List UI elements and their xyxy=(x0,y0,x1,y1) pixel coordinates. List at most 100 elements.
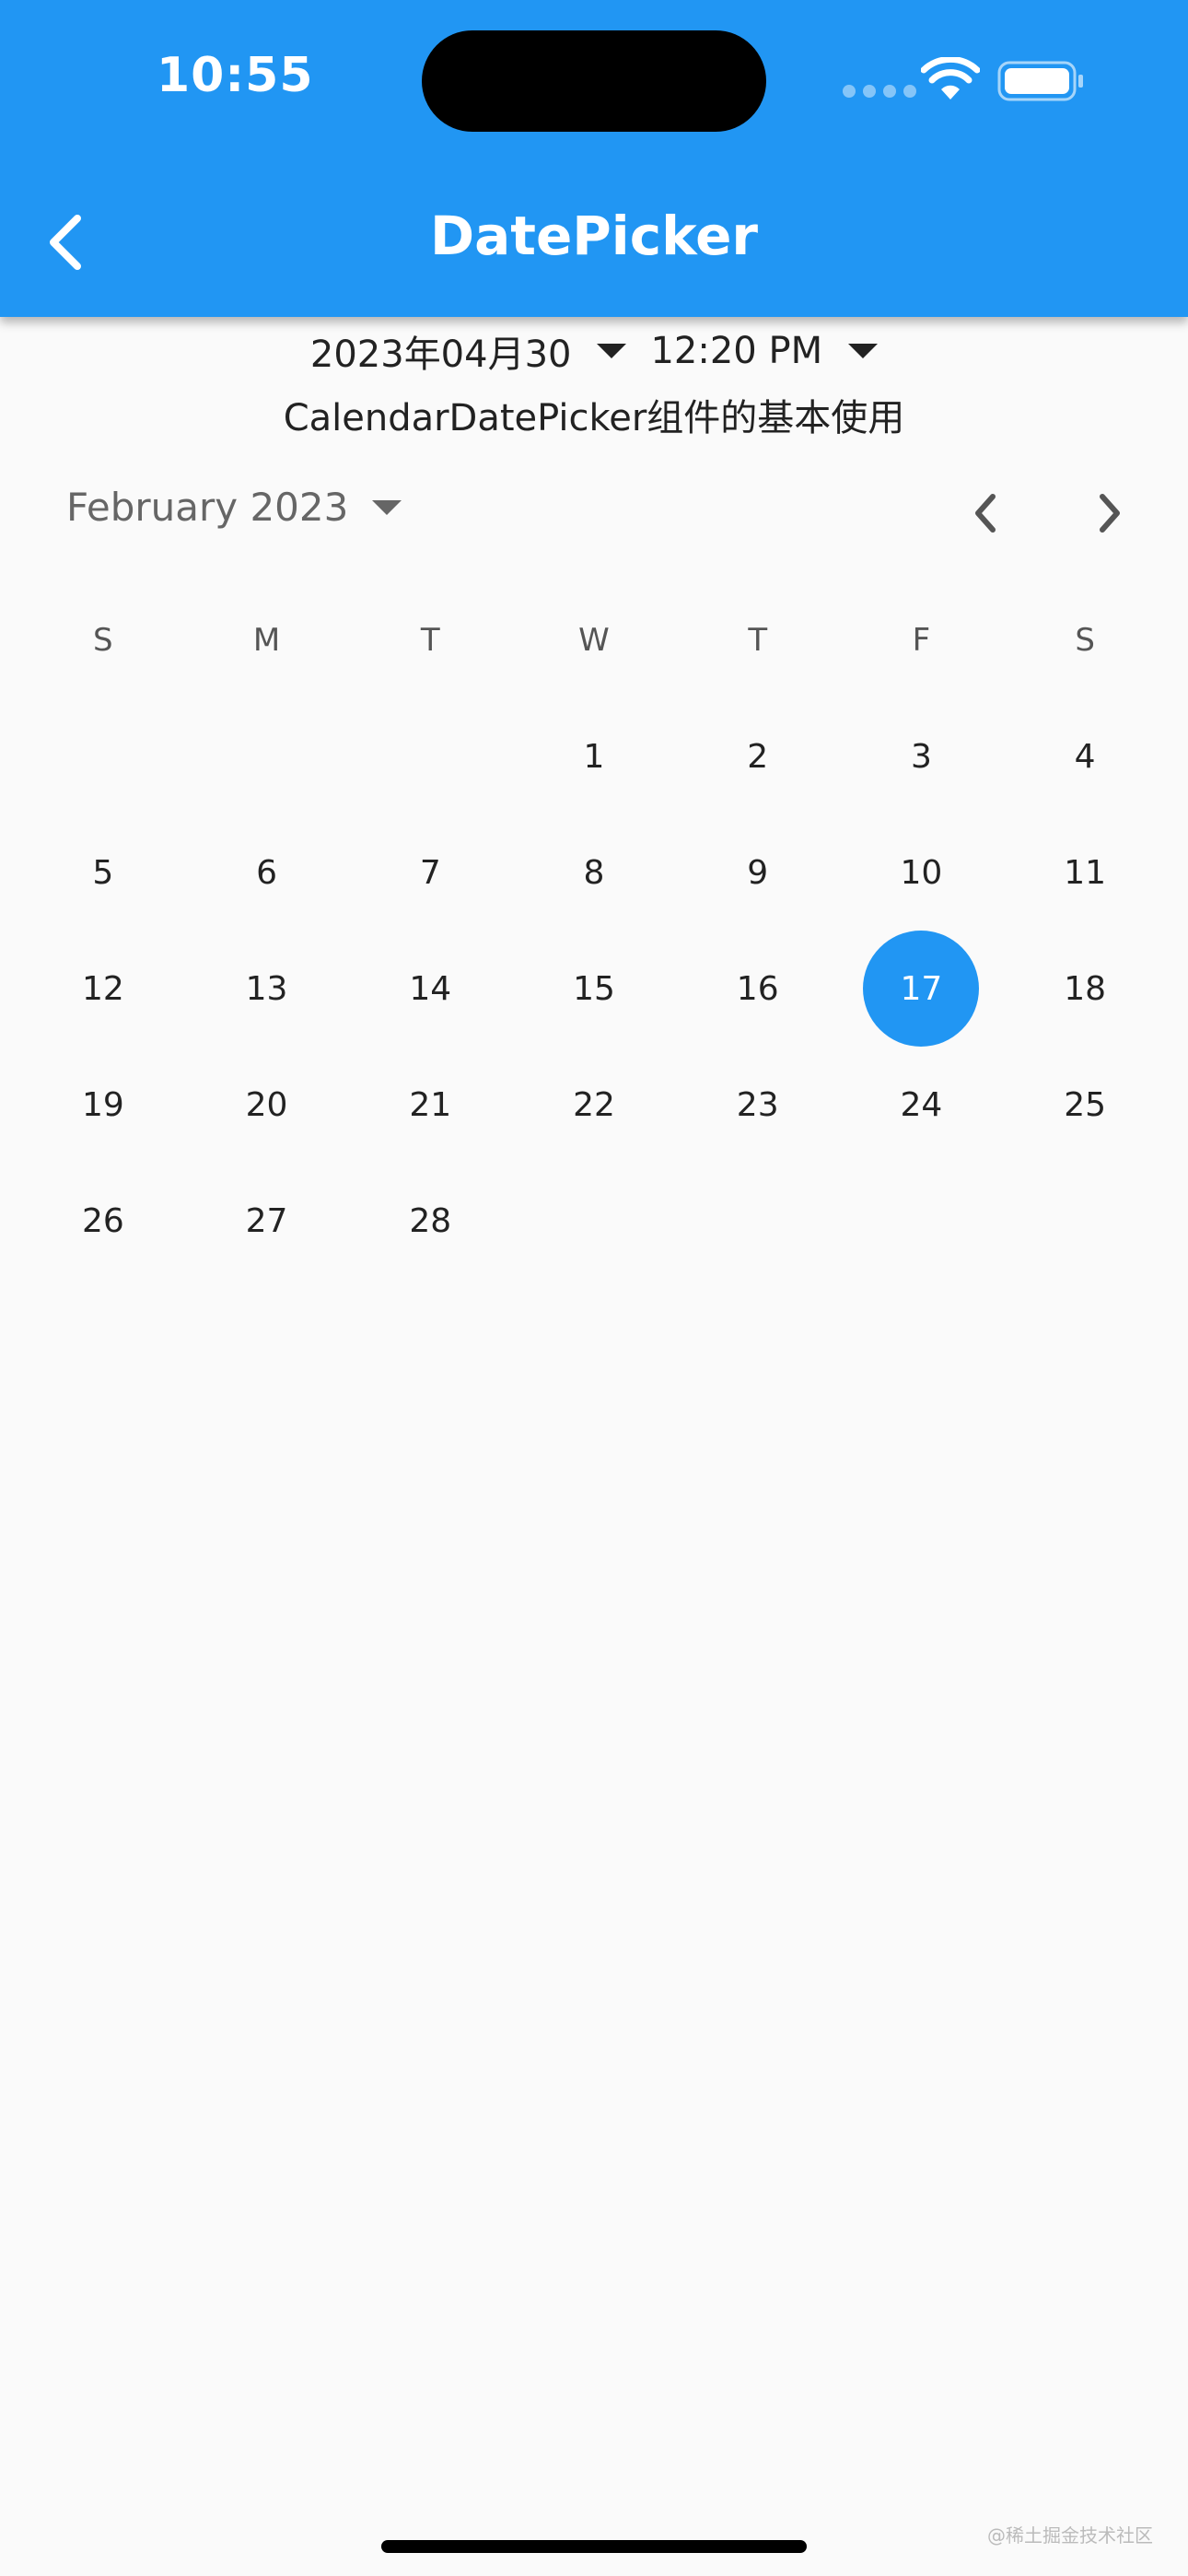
day-cell[interactable]: 27 xyxy=(185,1163,349,1279)
battery-icon xyxy=(997,61,1086,105)
day-cell[interactable]: 12 xyxy=(21,931,185,1047)
calendar-week-row: 26 27 28 xyxy=(21,1163,1167,1279)
day-number: 24 xyxy=(900,1085,943,1124)
day-number: 2 xyxy=(747,737,769,776)
day-cell[interactable]: 6 xyxy=(185,814,349,931)
day-cell[interactable]: 2 xyxy=(676,698,840,814)
date-time-selection: 2023年04月30 12:20 PM xyxy=(0,324,1188,378)
day-number: 4 xyxy=(1074,737,1096,776)
day-number: 28 xyxy=(409,1201,452,1240)
day-number: 20 xyxy=(245,1085,288,1124)
day-cell[interactable]: 23 xyxy=(676,1047,840,1163)
next-month-button[interactable] xyxy=(1082,481,1137,545)
day-cell[interactable]: 14 xyxy=(348,931,512,1047)
day-cell[interactable]: 26 xyxy=(21,1163,185,1279)
day-number: 21 xyxy=(409,1085,452,1124)
cellular-signal-icon xyxy=(843,85,916,98)
selected-time: 12:20 PM xyxy=(650,330,823,372)
day-cell[interactable]: 5 xyxy=(21,814,185,931)
day-number: 10 xyxy=(900,853,943,892)
day-cell[interactable]: 18 xyxy=(1003,931,1167,1047)
caret-down-icon xyxy=(372,499,402,515)
weekday-label: F xyxy=(912,622,931,659)
caret-down-icon xyxy=(848,344,879,358)
calendar-week-row: 5 6 7 8 9 10 11 xyxy=(21,814,1167,931)
weekday-label: M xyxy=(252,622,281,659)
month-label: February 2023 xyxy=(66,485,349,530)
day-number: 19 xyxy=(81,1085,124,1124)
day-number: 9 xyxy=(747,853,769,892)
empty-day-cell xyxy=(1003,1163,1167,1279)
day-number: 18 xyxy=(1064,969,1107,1008)
day-cell[interactable]: 3 xyxy=(840,698,1004,814)
day-cell[interactable]: 9 xyxy=(676,814,840,931)
day-cell[interactable]: 19 xyxy=(21,1047,185,1163)
month-year-selector[interactable]: February 2023 xyxy=(66,485,402,530)
day-number: 7 xyxy=(419,853,441,892)
empty-day-cell xyxy=(512,1163,676,1279)
day-number: 8 xyxy=(583,853,605,892)
day-cell[interactable]: 11 xyxy=(1003,814,1167,931)
day-cell[interactable]: 7 xyxy=(348,814,512,931)
weekday-label: S xyxy=(93,622,113,659)
day-number: 14 xyxy=(409,969,452,1008)
home-indicator[interactable] xyxy=(381,2540,807,2553)
day-number: 16 xyxy=(736,969,779,1008)
wifi-icon xyxy=(920,55,981,105)
empty-day-cell xyxy=(21,698,185,814)
day-number: 13 xyxy=(245,969,288,1008)
day-cell[interactable]: 25 xyxy=(1003,1047,1167,1163)
empty-day-cell xyxy=(185,698,349,814)
chevron-right-icon xyxy=(1100,494,1120,533)
calendar-week-row: 12 13 14 15 16 17 18 xyxy=(21,931,1167,1047)
empty-day-cell xyxy=(840,1163,1004,1279)
day-number: 23 xyxy=(736,1085,779,1124)
weekday-label: S xyxy=(1075,622,1095,659)
day-number: 5 xyxy=(92,853,114,892)
selected-date: 2023年04月30 xyxy=(309,334,572,376)
day-cell[interactable]: 20 xyxy=(185,1047,349,1163)
empty-day-cell xyxy=(676,1163,840,1279)
calendar-grid: S M T W T F S 1 2 3 4 5 6 7 8 9 10 11 12 13 14 15 16 17 1… xyxy=(21,582,1167,1279)
day-cell[interactable]: 10 xyxy=(840,814,1004,931)
day-cell[interactable]: 22 xyxy=(512,1047,676,1163)
app-bar: 10:55 DatePicker xyxy=(0,0,1188,317)
day-cell[interactable]: 1 xyxy=(512,698,676,814)
status-time: 10:55 xyxy=(157,48,314,103)
day-cell[interactable]: 13 xyxy=(185,931,349,1047)
day-cell[interactable]: 8 xyxy=(512,814,676,931)
calendar-week-row: 1 2 3 4 xyxy=(21,698,1167,814)
day-cell[interactable]: 21 xyxy=(348,1047,512,1163)
day-number: 27 xyxy=(245,1201,288,1240)
weekday-label: T xyxy=(748,622,768,659)
dynamic-island xyxy=(422,30,766,132)
day-number: 17 xyxy=(863,931,980,1047)
day-number: 3 xyxy=(910,737,932,776)
empty-day-cell xyxy=(348,698,512,814)
time-dropdown[interactable]: 12:20 PM xyxy=(650,330,879,372)
day-cell[interactable]: 28 xyxy=(348,1163,512,1279)
day-number: 25 xyxy=(1064,1085,1107,1124)
weekday-label: T xyxy=(420,622,440,659)
day-number: 11 xyxy=(1064,853,1107,892)
calendar-week-row: 19 20 21 22 23 24 25 xyxy=(21,1047,1167,1163)
subtitle: CalendarDatePicker组件的基本使用 xyxy=(283,397,905,439)
weekday-header: S M T W T F S xyxy=(21,582,1167,698)
page-title: DatePicker xyxy=(429,205,759,267)
previous-month-button[interactable] xyxy=(958,481,1013,545)
weekday-label: W xyxy=(578,622,610,659)
day-number: 15 xyxy=(573,969,615,1008)
day-cell[interactable]: 24 xyxy=(840,1047,1004,1163)
day-cell[interactable]: 16 xyxy=(676,931,840,1047)
day-number: 26 xyxy=(81,1201,124,1240)
chevron-left-icon xyxy=(975,494,996,533)
day-number: 1 xyxy=(583,737,605,776)
day-number: 22 xyxy=(573,1085,615,1124)
selected-day-cell[interactable]: 17 xyxy=(840,931,1004,1047)
day-number: 6 xyxy=(256,853,278,892)
date-dropdown[interactable]: 2023年04月30 xyxy=(310,324,627,378)
day-cell[interactable]: 15 xyxy=(512,931,676,1047)
day-cell[interactable]: 4 xyxy=(1003,698,1167,814)
watermark: @稀土掘金技术社区 xyxy=(987,2524,1153,2547)
day-number: 12 xyxy=(81,969,124,1008)
